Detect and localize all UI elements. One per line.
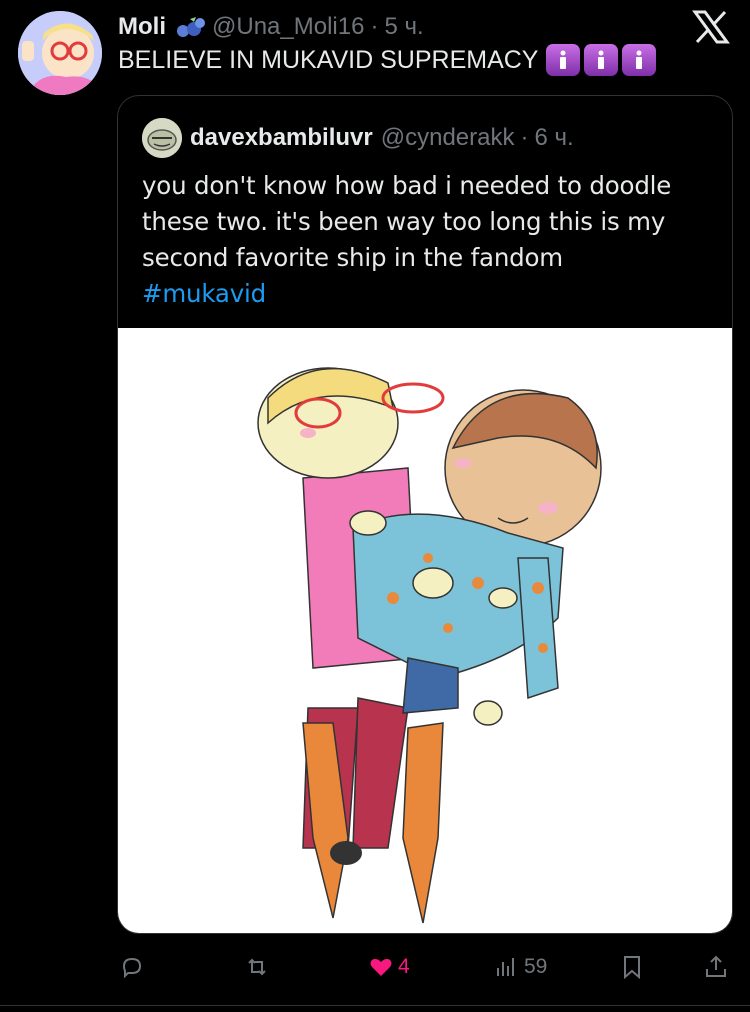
quote-author-name[interactable]: davexbambiluvr	[190, 124, 373, 152]
hashtag-link[interactable]: #mukavid	[142, 279, 266, 308]
repost-icon	[248, 958, 266, 976]
post-header: Moli @Una_Moli16 · 5 ч.	[118, 10, 424, 44]
quoted-post[interactable]: davexbambiluvr @cynderakk · 6 ч. you don…	[117, 95, 733, 934]
quote-header: davexbambiluvr @cynderakk · 6 ч.	[142, 118, 574, 158]
avatar-image	[18, 11, 102, 95]
share-icon	[706, 955, 726, 977]
author-handle[interactable]: @Una_Moli16	[212, 13, 364, 41]
info-emoji-icon	[584, 44, 619, 76]
post-body: BELIEVE IN MUKAVID SUPREMACY	[118, 45, 539, 74]
separator-dot: ·	[370, 13, 379, 40]
views-icon	[497, 958, 514, 976]
reply-button[interactable]	[119, 944, 149, 990]
repost-button[interactable]	[244, 944, 274, 990]
quote-time[interactable]: 6 ч.	[535, 124, 574, 152]
author-avatar[interactable]	[18, 11, 102, 95]
post-text: BELIEVE IN MUKAVID SUPREMACY	[118, 44, 657, 76]
author-name[interactable]: Moli	[118, 13, 166, 41]
post-time[interactable]: 5 ч.	[384, 13, 423, 41]
bookmark-button[interactable]	[619, 944, 645, 990]
quote-author-handle[interactable]: @cynderakk	[381, 124, 515, 152]
views-button[interactable]: 59	[494, 944, 547, 990]
share-button[interactable]	[703, 944, 729, 990]
attached-image[interactable]	[118, 328, 732, 933]
quote-author-avatar[interactable]	[142, 118, 182, 158]
divider	[0, 1005, 750, 1006]
separator-dot: ·	[520, 124, 529, 151]
like-count: 4	[398, 955, 410, 978]
bookmark-icon	[624, 956, 640, 980]
views-count: 59	[524, 955, 548, 978]
emoji-row	[546, 44, 657, 76]
action-bar: 4 59	[0, 944, 750, 990]
info-emoji-icon	[622, 44, 657, 76]
reply-icon	[122, 957, 142, 979]
doodle-illustration	[257, 367, 602, 924]
quote-body: you don't know how bad i needed to doodl…	[142, 171, 672, 272]
info-emoji-icon	[546, 44, 581, 76]
heart-icon	[370, 958, 392, 976]
quote-text: you don't know how bad i needed to doodl…	[142, 168, 722, 312]
like-button[interactable]: 4	[368, 944, 410, 990]
x-logo-icon[interactable]	[692, 10, 730, 44]
blueberry-icon	[174, 15, 206, 39]
